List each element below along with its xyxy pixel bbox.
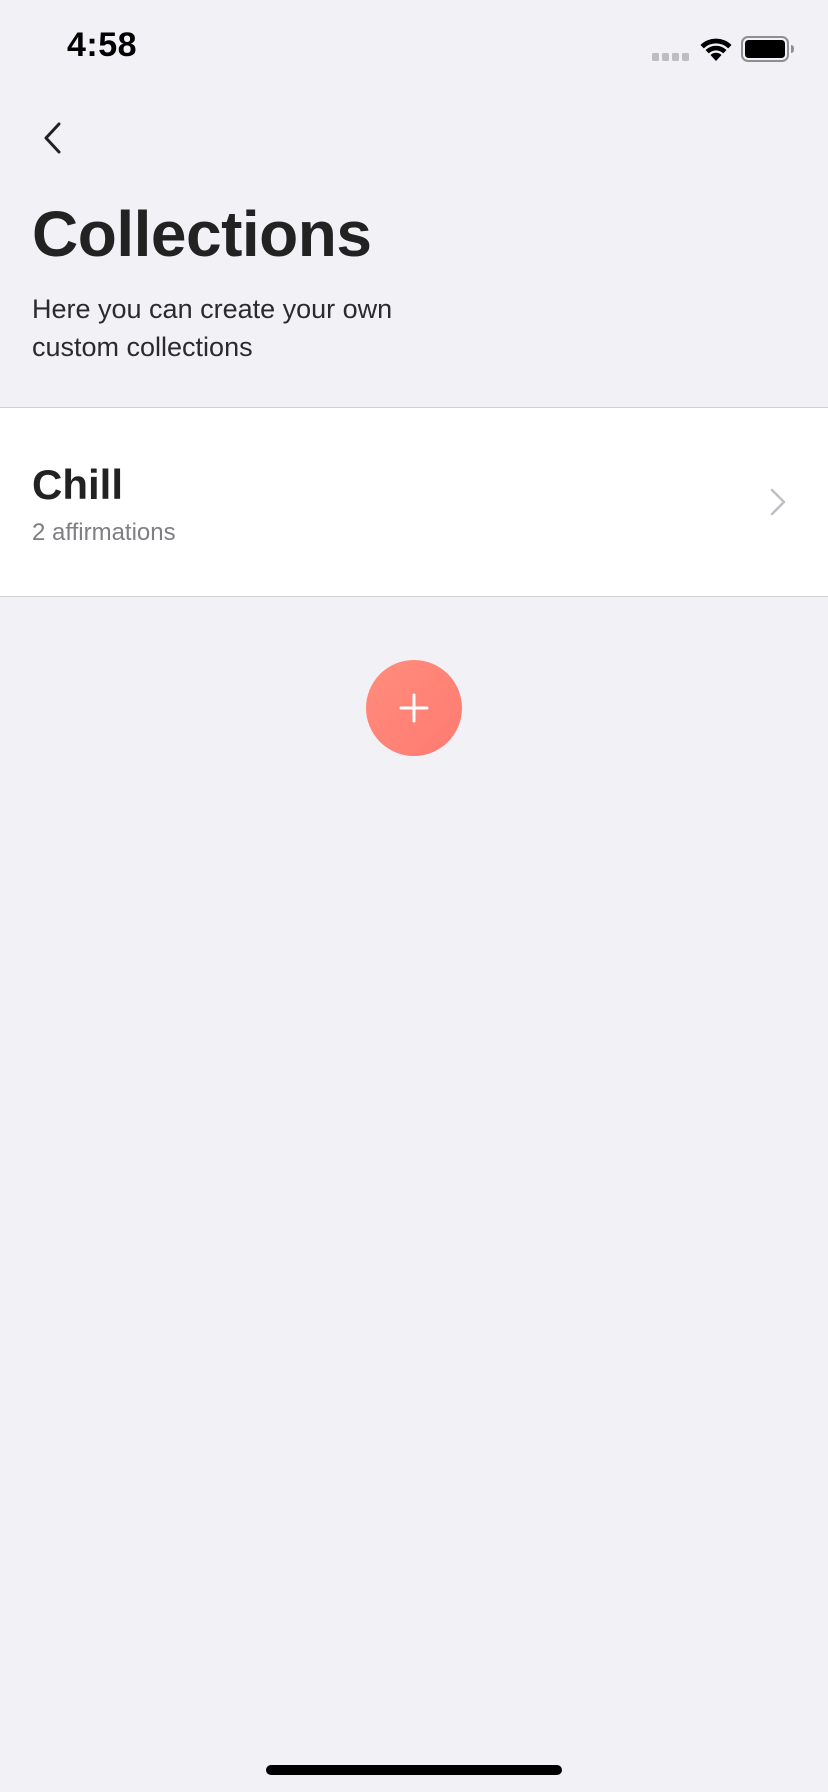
wifi-icon: [700, 38, 732, 61]
chevron-right-icon: [770, 488, 786, 516]
home-indicator: [266, 1765, 562, 1775]
collection-count: 2 affirmations: [32, 519, 176, 546]
battery-icon: [741, 36, 794, 62]
status-time: 4:58: [67, 26, 138, 64]
collection-row-chill[interactable]: Chill 2 affirmations: [0, 408, 828, 596]
add-collection-button[interactable]: [366, 660, 462, 756]
collections-screen: 4:58 Collections Here you can create you…: [0, 0, 828, 1792]
page-title: Collections: [32, 198, 372, 270]
status-bar: 4:58: [0, 0, 828, 96]
collection-name: Chill: [32, 461, 123, 508]
chevron-left-icon: [44, 122, 61, 154]
back-button[interactable]: [28, 114, 76, 162]
collection-list: Chill 2 affirmations: [0, 407, 828, 597]
signal-icon: [652, 53, 689, 61]
plus-icon: [399, 693, 429, 723]
page-subtitle: Here you can create your own custom coll…: [32, 294, 393, 362]
